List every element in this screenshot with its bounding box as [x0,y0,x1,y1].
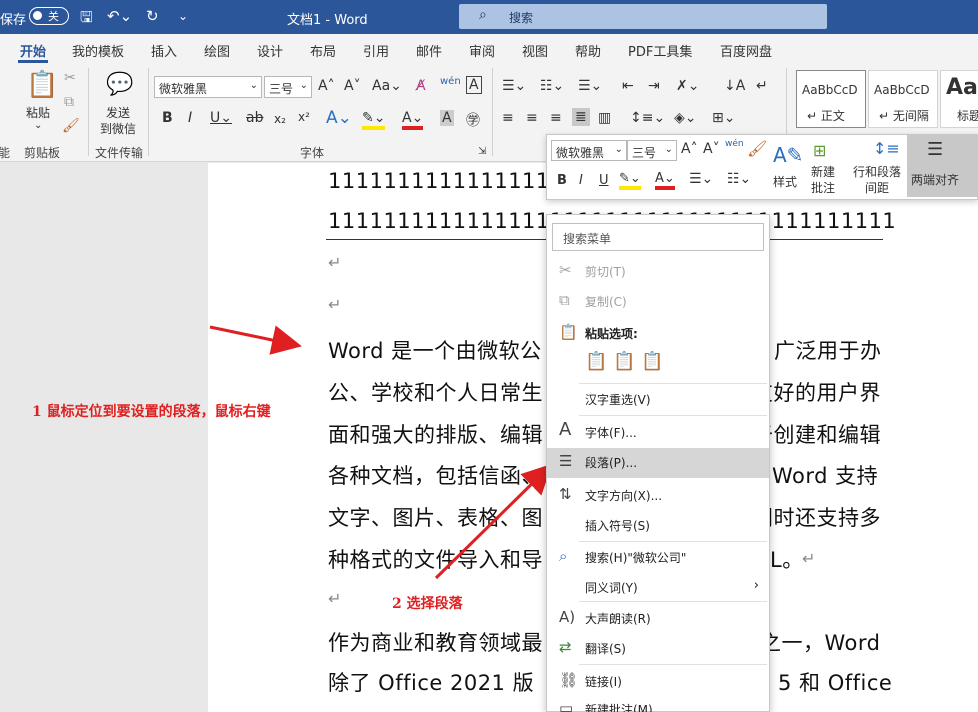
new-comment-label-1[interactable]: 新建 [811,163,835,180]
translate-icon: ⇄ [559,638,572,656]
grow-font-icon[interactable]: A˄ [681,141,698,157]
menu-divider [579,541,767,542]
format-painter-icon[interactable]: 🖌 [747,139,767,158]
styles-label[interactable]: 样式 [773,173,797,190]
scissors-icon: ✂ [559,261,572,279]
highlight-icon[interactable]: ✎⌄ [619,171,641,190]
menu-item-label: 链接(I) [585,675,622,689]
mini-font-name-value: 微软雅黑 [556,146,605,160]
menu-item-copy[interactable]: ⧉ 复制(C) [547,287,769,315]
mini-font-size[interactable]: 三号 ⌄ [627,140,677,161]
menu-item-link[interactable]: ⛓ 链接(I) [547,667,769,695]
paste-merge-formatting-icon[interactable]: 📋 [613,351,641,372]
font-icon: A [559,419,572,440]
menu-item-label: 字体(F)... [585,426,637,440]
menu-item-cut[interactable]: ✂ 剪切(T) [547,257,769,285]
menu-item-insert-symbol[interactable]: 插入符号(S) [547,511,769,539]
menu-item-search[interactable]: ⌕ 搜索(H)"微软公司" [547,543,769,571]
phonetic-guide-icon[interactable]: wén [725,139,744,149]
menu-item-label: 汉字重选(V) [585,393,651,407]
numbering-icon[interactable]: ☷⌄ [727,171,751,187]
menu-item-label: 粘贴选项: [585,327,638,341]
bold-icon[interactable]: B [557,173,567,188]
menu-divider [579,664,767,665]
line-spacing-label-1[interactable]: 行和段落 [853,163,901,180]
paste-option-icons: 📋 📋 📋 [585,351,669,372]
menu-item-label: 搜索(H)"微软公司" [585,551,687,565]
underline-icon[interactable]: U [599,173,609,188]
menu-item-label: 同义词(Y) [585,581,638,595]
arrow-to-paragraph [209,325,302,355]
menu-item-label: 翻译(S) [585,642,626,656]
line-spacing-label-2[interactable]: 间距 [865,179,889,196]
read-aloud-icon: A) [559,608,576,626]
clipboard-icon: 📋 [559,323,578,341]
menu-item-font[interactable]: A 字体(F)... [547,418,769,446]
search-icon: ⌕ [559,547,568,565]
word-window: 保存 关 🖫 ↶⌄ ↻ ⌄ 文档1 - Word ⌕ 搜索 开始 我的模板 插入… [0,0,978,712]
paste-text-only-icon[interactable]: 📋 [641,351,669,372]
menu-item-label: 文字方向(X)... [585,489,663,503]
paragraph-icon: ☰ [559,452,573,470]
shrink-font-icon[interactable]: A˅ [703,141,720,157]
annotation-arrows [209,325,553,580]
mini-font-name[interactable]: 微软雅黑 ⌄ [551,140,627,161]
menu-item-new-comment[interactable]: ▭ 新建批注(M) [547,695,769,712]
menu-item-label: 复制(C) [585,295,627,309]
chevron-down-icon: ⌄ [664,144,673,155]
bullets-icon[interactable]: ☰⌄ [689,171,713,187]
menu-item-label: 大声朗读(R) [585,612,651,626]
justify-icon: ☰ [927,139,944,160]
menu-item-label: 插入符号(S) [585,519,650,533]
chevron-down-icon: ⌄ [614,144,623,155]
menu-item-paste-options: 📋 粘贴选项: [547,319,769,347]
mini-font-size-value: 三号 [632,146,657,160]
menu-divider [579,383,767,384]
menu-item-read-aloud[interactable]: A) 大声朗读(R) [547,604,769,632]
font-color-icon[interactable]: A⌄ [655,171,675,190]
menu-divider [579,601,767,602]
chevron-right-icon: › [753,578,759,593]
text-direction-icon: ⇅ [559,485,572,503]
menu-item-label: 剪切(T) [585,265,626,279]
arrow-to-paragraph-menu [434,463,553,580]
menu-item-label: 段落(P)... [585,456,638,470]
styles-icon[interactable]: A✎ [773,143,803,167]
italic-icon[interactable]: I [579,173,583,188]
paste-keep-formatting-icon[interactable]: 📋 [585,351,613,372]
context-menu: 搜索菜单 ✂ 剪切(T) ⧉ 复制(C) 📋 粘贴选项: 📋 📋 📋 汉字重选(V) A字… [546,214,770,712]
justify-label: 两端对齐 [911,173,960,187]
menu-item-translate[interactable]: ⇄ 翻译(S) [547,634,769,662]
comment-icon: ▭ [559,699,574,712]
menu-item-label: 新建批注(M) [585,703,653,712]
menu-search-input[interactable]: 搜索菜单 [552,223,764,251]
menu-item-text-direction[interactable]: ⇅ 文字方向(X)... [547,481,769,509]
menu-item-synonyms[interactable]: 同义词(Y) › [547,573,769,601]
menu-item-paragraph[interactable]: ☰ 段落(P)... [547,448,769,478]
link-icon: ⛓ [559,671,579,689]
menu-divider [579,415,767,416]
menu-item-reconvert[interactable]: 汉字重选(V) [547,385,769,413]
new-comment-label-2[interactable]: 批注 [811,179,835,196]
new-comment-icon[interactable]: ⊞ [813,141,826,160]
copy-icon: ⧉ [559,291,570,309]
line-spacing-icon[interactable]: ↕≡ [873,139,900,158]
mini-toolbar: 微软雅黑 ⌄ 三号 ⌄ A˄ A˅ wén 🖌 B I U ✎⌄ A⌄ ☰⌄ ☷⌄ … [546,134,978,200]
